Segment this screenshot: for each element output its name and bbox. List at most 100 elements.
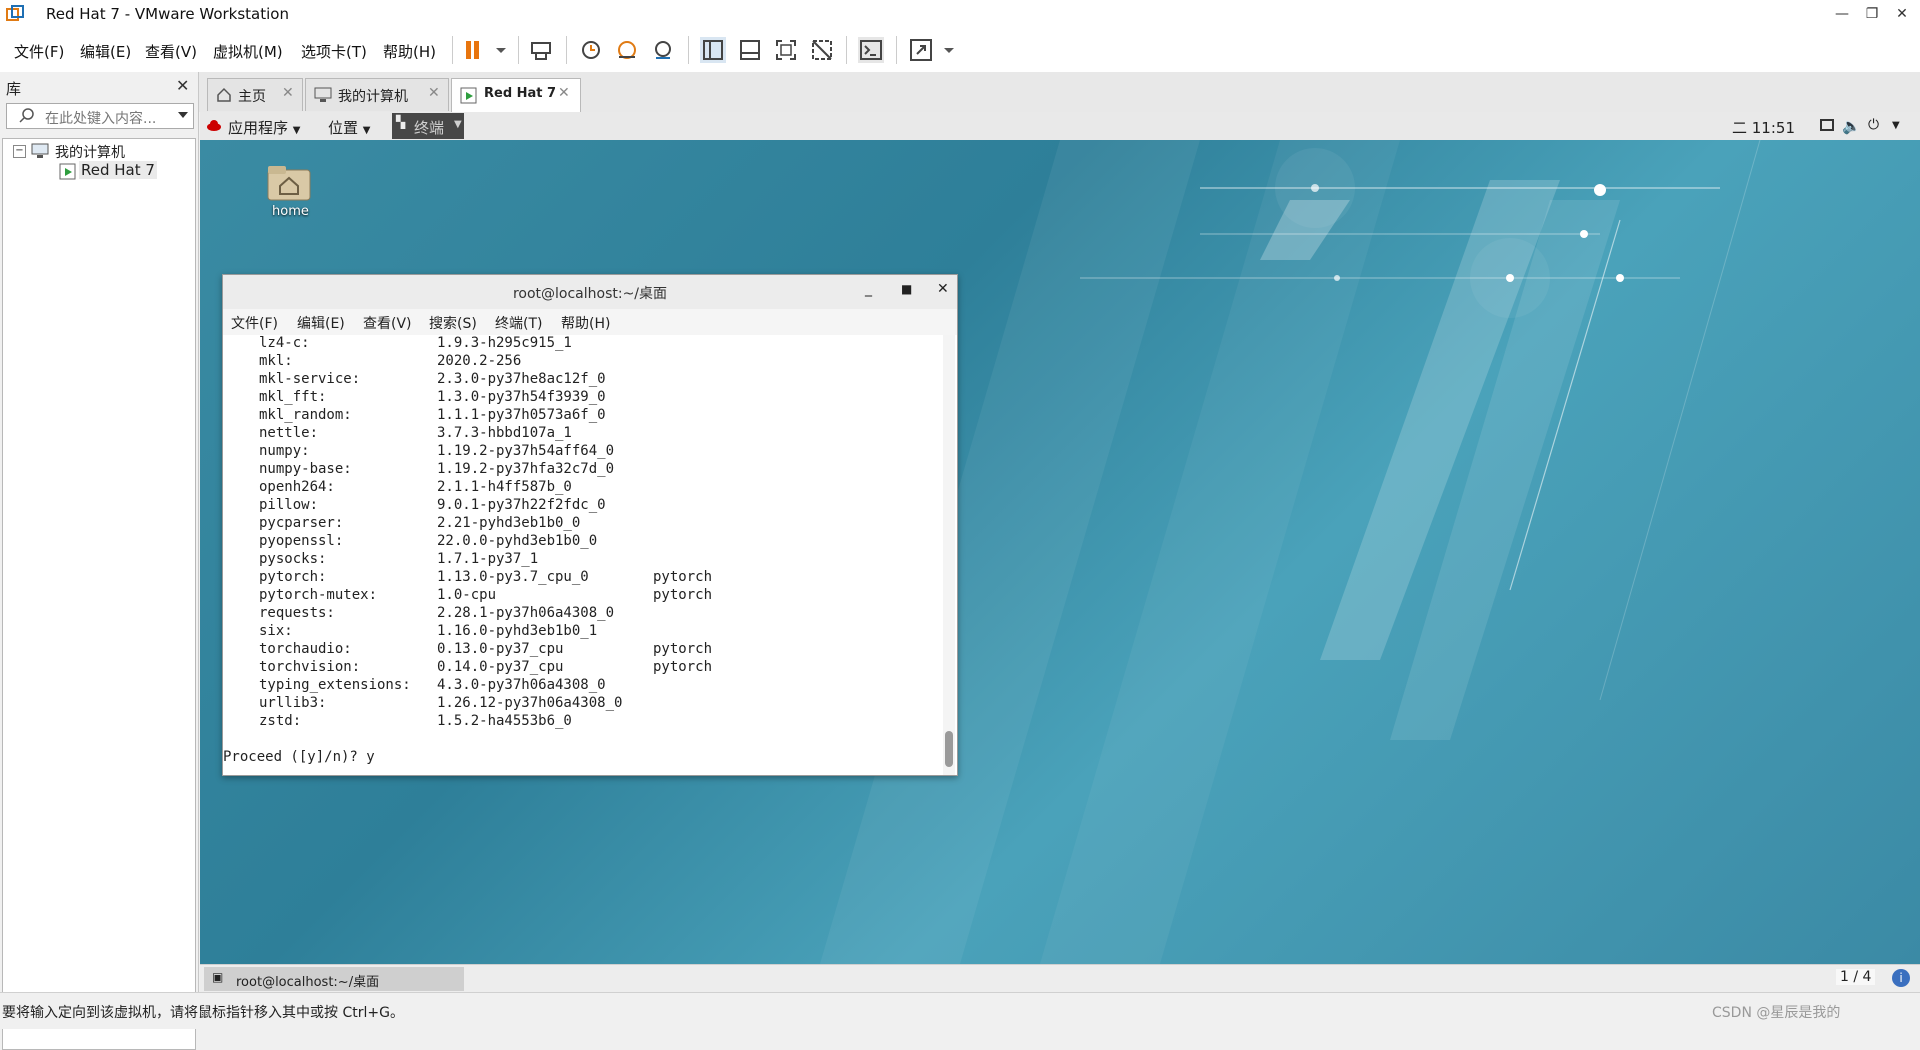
snapshot-manager-icon[interactable] xyxy=(650,37,676,63)
close-window-button[interactable]: ✕ xyxy=(1888,3,1916,25)
snapshot-icon[interactable] xyxy=(578,37,604,63)
terminal-scrollbar[interactable] xyxy=(943,335,955,775)
package-version: 1.16.0-pyhd3eb1b0_1 xyxy=(437,623,598,639)
toolbar-separator xyxy=(518,36,519,64)
workspace-pager[interactable]: 1 / 4 xyxy=(1836,969,1876,985)
thumbnail-bar-icon[interactable] xyxy=(737,37,763,63)
package-version: 1.0-cpu xyxy=(437,587,497,603)
menu-bar: 文件(F) 编辑(E) 查看(V) 虚拟机(M) 选项卡(T) 帮助(H) xyxy=(0,28,1920,73)
tree-my-computer[interactable]: 我的计算机 xyxy=(55,142,125,162)
status-message: 要将输入定向到该虚拟机，请将鼠标指针移入其中或按 Ctrl+G。 xyxy=(2,1005,404,1021)
terminal-titlebar[interactable]: root@localhost:~/桌面 _ ■ ✕ xyxy=(223,275,957,310)
notification-icon[interactable]: i xyxy=(1892,969,1910,987)
tab-home[interactable]: 主页 ✕ xyxy=(207,78,303,111)
toolbar-separator xyxy=(452,36,453,64)
terminal-app-label: 终端 xyxy=(414,119,445,137)
terminal-output[interactable]: lz4-c: 1.9.3-h295c915_1 mkl: 2020.2-256 mkl-… xyxy=(223,335,937,775)
terminal-close-button[interactable]: ✕ xyxy=(937,281,949,297)
term-menu-terminal[interactable]: 终端(T) xyxy=(495,313,542,333)
term-menu-help[interactable]: 帮助(H) xyxy=(561,313,610,333)
stretch-view-icon[interactable] xyxy=(908,37,934,63)
send-ctrl-alt-del-icon[interactable] xyxy=(528,37,554,63)
package-version: 4.3.0-py37h06a4308_0 xyxy=(437,677,606,693)
package-version: 1.13.0-py3.7_cpu_0 xyxy=(437,569,589,585)
package-name: torchaudio: xyxy=(259,641,352,657)
display-icon[interactable] xyxy=(1820,118,1834,136)
window-title: Red Hat 7 - VMware Workstation xyxy=(46,5,289,23)
package-version: 0.14.0-py37_cpu xyxy=(437,659,564,675)
clock[interactable]: 二 11:51 xyxy=(1732,117,1795,138)
menu-vm[interactable]: 虚拟机(M) xyxy=(213,41,283,62)
places-label: 位置 xyxy=(328,119,359,137)
taskbar-terminal-item[interactable]: ▣ root@localhost:~/桌面 xyxy=(204,967,464,991)
title-bar: Red Hat 7 - VMware Workstation — ❐ ✕ xyxy=(0,0,1920,28)
package-version: 2020.2-256 xyxy=(437,353,522,369)
term-menu-search[interactable]: 搜索(S) xyxy=(429,313,477,333)
revert-snapshot-icon[interactable] xyxy=(614,37,640,63)
tab-label: 主页 xyxy=(238,89,266,105)
volume-icon[interactable]: 🔈 xyxy=(1842,117,1861,135)
package-version: 3.7.3-hbbd107a_1 xyxy=(437,425,572,441)
library-panel: 库 ✕ 在此处键入内容... − 我的计算机 Red Hat 7 xyxy=(0,72,199,1050)
tab-close-icon[interactable]: ✕ xyxy=(282,85,294,101)
power-icon[interactable]: ⏻ xyxy=(1868,117,1879,133)
restore-button[interactable]: ❐ xyxy=(1858,3,1886,25)
menu-edit[interactable]: 编辑(E) xyxy=(80,41,131,62)
console-view-icon[interactable] xyxy=(858,37,884,63)
stretch-dropdown-icon[interactable] xyxy=(936,37,954,63)
tab-label: Red Hat 7 xyxy=(484,86,557,101)
library-search-input[interactable]: 在此处键入内容... xyxy=(6,103,194,129)
unity-mode-icon[interactable] xyxy=(809,37,835,63)
menu-view[interactable]: 查看(V) xyxy=(145,41,197,62)
term-menu-edit[interactable]: 编辑(E) xyxy=(297,313,345,333)
package-version: 0.13.0-py37_cpu xyxy=(437,641,564,657)
toolbar-separator xyxy=(896,36,897,64)
home-folder-label[interactable]: home xyxy=(272,204,309,219)
package-name: torchvision: xyxy=(259,659,361,675)
package-name: mkl_random: xyxy=(259,407,352,423)
tab-bar: 主页 ✕ 我的计算机 ✕ Red Hat 7 ✕ xyxy=(199,72,1920,113)
terminal-app-indicator[interactable]: ▚ 终端 ▼ xyxy=(392,113,464,139)
term-menu-view[interactable]: 查看(V) xyxy=(363,313,412,333)
system-menu-dropdown-icon[interactable]: ▼ xyxy=(1892,120,1900,131)
package-version: 1.9.3-h295c915_1 xyxy=(437,335,572,351)
library-close-icon[interactable]: ✕ xyxy=(176,76,189,95)
desktop[interactable]: home root@localhost:~/桌面 _ ■ ✕ 文件(F) 编辑(… xyxy=(200,140,1920,964)
scrollbar-thumb[interactable] xyxy=(945,731,953,767)
gnome-applications-menu[interactable]: 应用程序 ▼ xyxy=(228,117,301,138)
term-menu-file[interactable]: 文件(F) xyxy=(231,313,278,333)
tab-close-icon[interactable]: ✕ xyxy=(558,85,570,101)
package-version: 22.0.0-pyhd3eb1b0_0 xyxy=(437,533,598,549)
minimize-button[interactable]: — xyxy=(1828,3,1856,25)
package-channel: pytorch xyxy=(653,587,713,603)
package-version: 2.3.0-py37he8ac12f_0 xyxy=(437,371,606,387)
gnome-top-bar: 应用程序 ▼ 位置 ▼ ▚ 终端 ▼ 二 11:51 🔈 ⏻ ▼ xyxy=(200,112,1920,141)
menu-file[interactable]: 文件(F) xyxy=(14,41,64,62)
terminal-maximize-button[interactable]: ■ xyxy=(901,282,912,296)
pause-dropdown-icon[interactable] xyxy=(488,37,506,63)
home-folder-icon[interactable] xyxy=(266,162,312,206)
package-channel: pytorch xyxy=(653,659,713,675)
tab-red-hat-7[interactable]: Red Hat 7 ✕ xyxy=(451,78,581,113)
vm-console[interactable]: 应用程序 ▼ 位置 ▼ ▚ 终端 ▼ 二 11:51 🔈 ⏻ ▼ home ro… xyxy=(200,112,1920,964)
package-name: numpy: xyxy=(259,443,310,459)
terminal-icon: ▚ xyxy=(396,115,406,129)
package-name: pytorch: xyxy=(259,569,327,585)
terminal-window[interactable]: root@localhost:~/桌面 _ ■ ✕ 文件(F) 编辑(E) 查看… xyxy=(222,274,958,776)
menu-help[interactable]: 帮助(H) xyxy=(383,41,436,62)
terminal-minimize-button[interactable]: _ xyxy=(865,281,872,297)
package-name: pytorch-mutex: xyxy=(259,587,378,603)
package-name: nettle: xyxy=(259,425,319,441)
tree-collapse-icon[interactable]: − xyxy=(13,145,26,158)
menu-tabs[interactable]: 选项卡(T) xyxy=(301,41,367,62)
tab-my-computer[interactable]: 我的计算机 ✕ xyxy=(305,78,449,111)
fullscreen-icon[interactable] xyxy=(773,37,799,63)
gnome-places-menu[interactable]: 位置 ▼ xyxy=(328,117,371,138)
library-tree: − 我的计算机 Red Hat 7 xyxy=(2,138,196,1050)
tree-red-hat-7[interactable]: Red Hat 7 xyxy=(79,161,157,179)
search-dropdown-icon[interactable] xyxy=(177,108,189,126)
show-library-icon[interactable] xyxy=(700,37,726,63)
tab-close-icon[interactable]: ✕ xyxy=(428,85,440,101)
toolbar-separator xyxy=(688,36,689,64)
pause-icon[interactable] xyxy=(460,37,486,63)
